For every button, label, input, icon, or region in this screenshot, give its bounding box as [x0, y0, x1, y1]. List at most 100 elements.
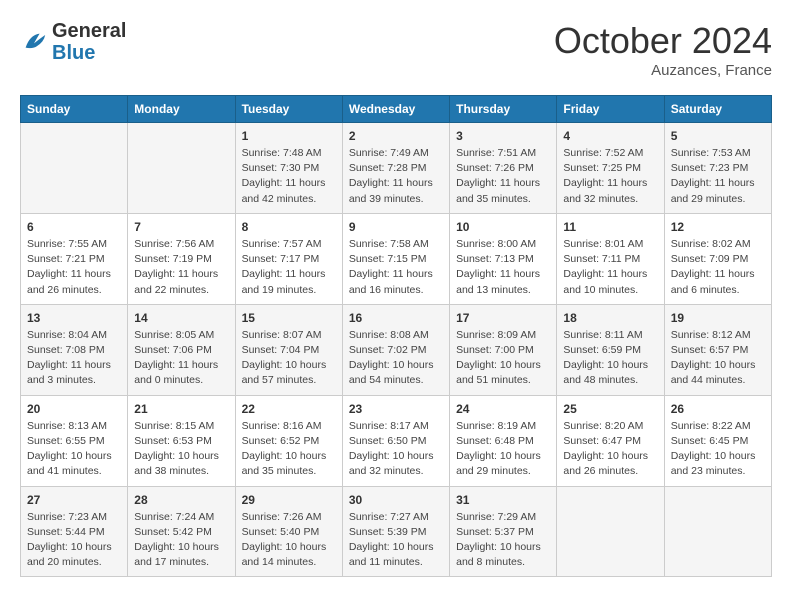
- calendar-cell: 1 Sunrise: 7:48 AMSunset: 7:30 PMDaylight…: [235, 123, 342, 214]
- day-of-week-header: Thursday: [450, 96, 557, 123]
- day-details: Sunrise: 7:48 AMSunset: 7:30 PMDaylight:…: [242, 146, 336, 207]
- day-number: 23: [349, 402, 443, 416]
- day-number: 17: [456, 311, 550, 325]
- day-details: Sunrise: 7:27 AMSunset: 5:39 PMDaylight:…: [349, 510, 443, 571]
- day-number: 24: [456, 402, 550, 416]
- logo-blue: Blue: [52, 42, 126, 64]
- calendar-week-row: 13 Sunrise: 8:04 AMSunset: 7:08 PMDayligh…: [21, 304, 772, 395]
- calendar-cell: 10Sunrise: 8:00 AMSunset: 7:13 PMDayligh…: [450, 213, 557, 304]
- day-details: Sunrise: 7:24 AMSunset: 5:42 PMDaylight:…: [134, 510, 228, 571]
- day-of-week-header: Saturday: [664, 96, 771, 123]
- day-details: Sunrise: 8:08 AMSunset: 7:02 PMDaylight:…: [349, 328, 443, 389]
- day-details: Sunrise: 7:56 AMSunset: 7:19 PMDaylight:…: [134, 237, 228, 298]
- day-details: Sunrise: 7:57 AMSunset: 7:17 PMDaylight:…: [242, 237, 336, 298]
- day-details: Sunrise: 8:12 AMSunset: 6:57 PMDaylight:…: [671, 328, 765, 389]
- day-number: 22: [242, 402, 336, 416]
- day-details: Sunrise: 8:11 AMSunset: 6:59 PMDaylight:…: [563, 328, 657, 389]
- calendar-cell: 14 Sunrise: 8:05 AMSunset: 7:06 PMDayligh…: [128, 304, 235, 395]
- calendar-cell: 6 Sunrise: 7:55 AMSunset: 7:21 PMDaylight…: [21, 213, 128, 304]
- calendar-cell: 21 Sunrise: 8:15 AMSunset: 6:53 PMDayligh…: [128, 395, 235, 486]
- logo-general: General: [52, 20, 126, 42]
- calendar-cell: 16 Sunrise: 8:08 AMSunset: 7:02 PMDayligh…: [342, 304, 449, 395]
- calendar-cell: 9Sunrise: 7:58 AMSunset: 7:15 PMDaylight…: [342, 213, 449, 304]
- calendar-cell: 24Sunrise: 8:19 AMSunset: 6:48 PMDayligh…: [450, 395, 557, 486]
- day-number: 20: [27, 402, 121, 416]
- calendar-cell: 22Sunrise: 8:16 AMSunset: 6:52 PMDayligh…: [235, 395, 342, 486]
- day-details: Sunrise: 8:22 AMSunset: 6:45 PMDaylight:…: [671, 419, 765, 480]
- day-details: Sunrise: 8:15 AMSunset: 6:53 PMDaylight:…: [134, 419, 228, 480]
- day-details: Sunrise: 7:55 AMSunset: 7:21 PMDaylight:…: [27, 237, 121, 298]
- calendar-cell: 31Sunrise: 7:29 AMSunset: 5:37 PMDayligh…: [450, 486, 557, 577]
- day-details: Sunrise: 8:01 AMSunset: 7:11 PMDaylight:…: [563, 237, 657, 298]
- day-number: 25: [563, 402, 657, 416]
- calendar-cell: 12Sunrise: 8:02 AMSunset: 7:09 PMDayligh…: [664, 213, 771, 304]
- day-details: Sunrise: 8:07 AMSunset: 7:04 PMDaylight:…: [242, 328, 336, 389]
- day-number: 15: [242, 311, 336, 325]
- day-number: 7: [134, 220, 228, 234]
- calendar-cell: 5 Sunrise: 7:53 AMSunset: 7:23 PMDaylight…: [664, 123, 771, 214]
- logo: General Blue: [20, 20, 126, 64]
- day-number: 2: [349, 129, 443, 143]
- calendar-cell: 27 Sunrise: 7:23 AMSunset: 5:44 PMDayligh…: [21, 486, 128, 577]
- day-of-week-header: Wednesday: [342, 96, 449, 123]
- calendar-cell: 7 Sunrise: 7:56 AMSunset: 7:19 PMDaylight…: [128, 213, 235, 304]
- calendar-cell: [21, 123, 128, 214]
- day-number: 3: [456, 129, 550, 143]
- day-details: Sunrise: 7:29 AMSunset: 5:37 PMDaylight:…: [456, 510, 550, 571]
- day-details: Sunrise: 7:23 AMSunset: 5:44 PMDaylight:…: [27, 510, 121, 571]
- calendar-week-row: 1 Sunrise: 7:48 AMSunset: 7:30 PMDaylight…: [21, 123, 772, 214]
- calendar-week-row: 6 Sunrise: 7:55 AMSunset: 7:21 PMDaylight…: [21, 213, 772, 304]
- calendar-cell: 19 Sunrise: 8:12 AMSunset: 6:57 PMDayligh…: [664, 304, 771, 395]
- day-of-week-header: Sunday: [21, 96, 128, 123]
- day-details: Sunrise: 8:09 AMSunset: 7:00 PMDaylight:…: [456, 328, 550, 389]
- day-number: 19: [671, 311, 765, 325]
- calendar-cell: 2Sunrise: 7:49 AMSunset: 7:28 PMDaylight…: [342, 123, 449, 214]
- calendar-cell: [664, 486, 771, 577]
- day-number: 9: [349, 220, 443, 234]
- calendar-cell: 28Sunrise: 7:24 AMSunset: 5:42 PMDayligh…: [128, 486, 235, 577]
- day-number: 5: [671, 129, 765, 143]
- day-details: Sunrise: 8:13 AMSunset: 6:55 PMDaylight:…: [27, 419, 121, 480]
- day-number: 21: [134, 402, 228, 416]
- day-details: Sunrise: 8:05 AMSunset: 7:06 PMDaylight:…: [134, 328, 228, 389]
- calendar-cell: [128, 123, 235, 214]
- title-block: October 2024 Auzances, France: [554, 20, 772, 79]
- calendar-cell: 15 Sunrise: 8:07 AMSunset: 7:04 PMDayligh…: [235, 304, 342, 395]
- calendar-cell: 11Sunrise: 8:01 AMSunset: 7:11 PMDayligh…: [557, 213, 664, 304]
- calendar-cell: 26 Sunrise: 8:22 AMSunset: 6:45 PMDayligh…: [664, 395, 771, 486]
- calendar-cell: [557, 486, 664, 577]
- day-details: Sunrise: 8:04 AMSunset: 7:08 PMDaylight:…: [27, 328, 121, 389]
- day-of-week-header: Friday: [557, 96, 664, 123]
- day-number: 14: [134, 311, 228, 325]
- logo-icon: [20, 28, 48, 56]
- calendar-header-row: SundayMondayTuesdayWednesdayThursdayFrid…: [21, 96, 772, 123]
- calendar-cell: 20 Sunrise: 8:13 AMSunset: 6:55 PMDayligh…: [21, 395, 128, 486]
- day-of-week-header: Monday: [128, 96, 235, 123]
- day-number: 26: [671, 402, 765, 416]
- calendar-cell: 23Sunrise: 8:17 AMSunset: 6:50 PMDayligh…: [342, 395, 449, 486]
- page-header: General Blue October 2024 Auzances, Fran…: [20, 20, 772, 79]
- day-number: 27: [27, 493, 121, 507]
- calendar-table: SundayMondayTuesdayWednesdayThursdayFrid…: [20, 95, 772, 577]
- calendar-cell: 18Sunrise: 8:11 AMSunset: 6:59 PMDayligh…: [557, 304, 664, 395]
- day-details: Sunrise: 7:52 AMSunset: 7:25 PMDaylight:…: [563, 146, 657, 207]
- month-title: October 2024: [554, 20, 772, 62]
- day-number: 6: [27, 220, 121, 234]
- calendar-cell: 30Sunrise: 7:27 AMSunset: 5:39 PMDayligh…: [342, 486, 449, 577]
- day-number: 12: [671, 220, 765, 234]
- calendar-cell: 4 Sunrise: 7:52 AMSunset: 7:25 PMDaylight…: [557, 123, 664, 214]
- day-details: Sunrise: 7:53 AMSunset: 7:23 PMDaylight:…: [671, 146, 765, 207]
- day-details: Sunrise: 7:51 AMSunset: 7:26 PMDaylight:…: [456, 146, 550, 207]
- day-number: 13: [27, 311, 121, 325]
- day-number: 1: [242, 129, 336, 143]
- day-of-week-header: Tuesday: [235, 96, 342, 123]
- day-details: Sunrise: 8:20 AMSunset: 6:47 PMDaylight:…: [563, 419, 657, 480]
- calendar-cell: 13 Sunrise: 8:04 AMSunset: 7:08 PMDayligh…: [21, 304, 128, 395]
- calendar-cell: 17 Sunrise: 8:09 AMSunset: 7:00 PMDayligh…: [450, 304, 557, 395]
- day-details: Sunrise: 8:00 AMSunset: 7:13 PMDaylight:…: [456, 237, 550, 298]
- day-number: 8: [242, 220, 336, 234]
- day-number: 4: [563, 129, 657, 143]
- day-number: 29: [242, 493, 336, 507]
- calendar-week-row: 20 Sunrise: 8:13 AMSunset: 6:55 PMDayligh…: [21, 395, 772, 486]
- day-number: 16: [349, 311, 443, 325]
